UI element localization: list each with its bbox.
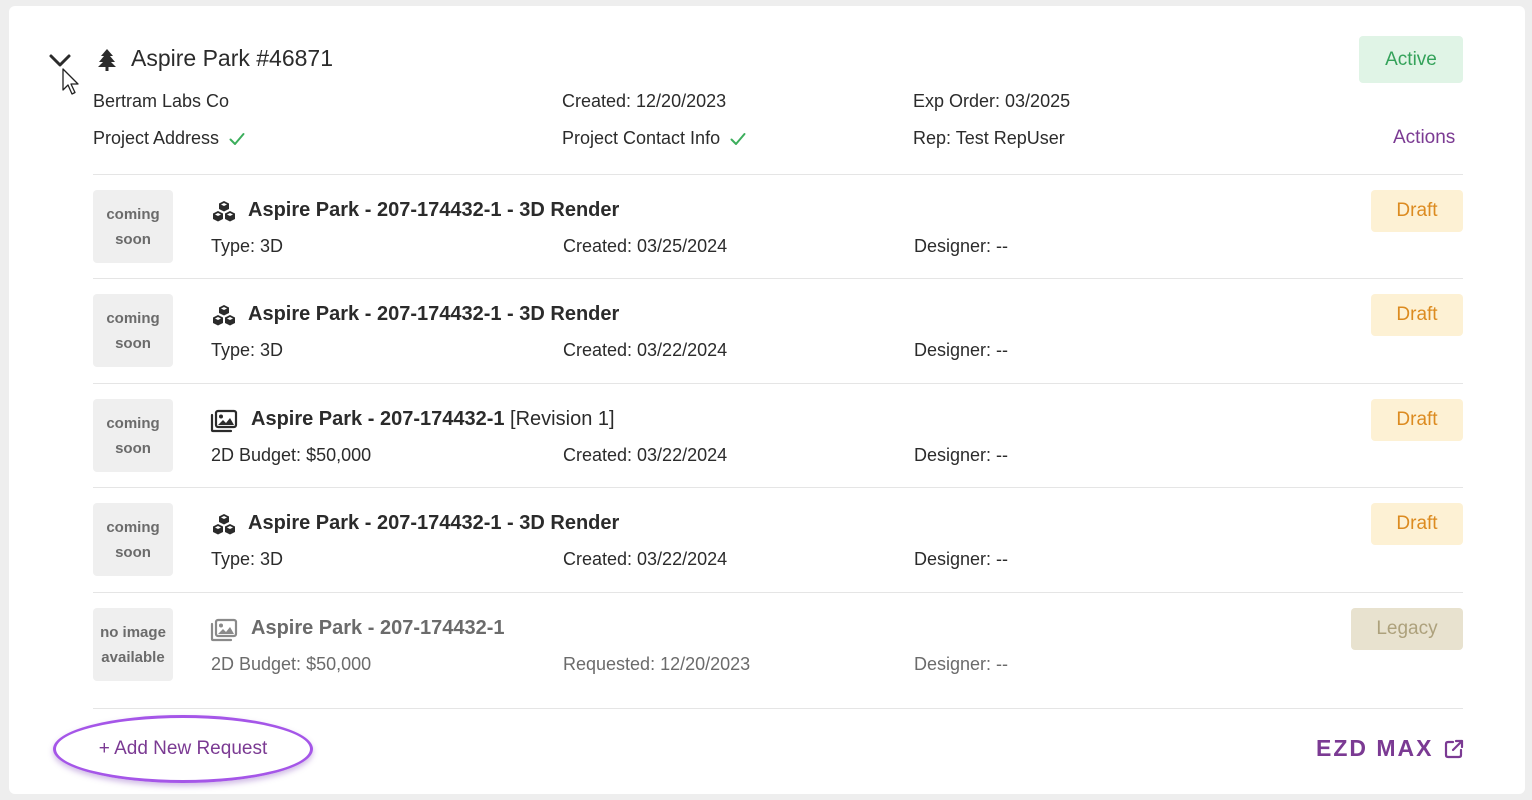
divider bbox=[93, 278, 1463, 279]
thumbnail-text-line: coming bbox=[106, 309, 160, 327]
project-address: Project Address bbox=[93, 128, 245, 149]
status-badge: Legacy bbox=[1351, 608, 1463, 650]
request-title[interactable]: Aspire Park - 207-174432-1 - 3D Render bbox=[248, 303, 619, 326]
cubes-icon bbox=[210, 513, 238, 537]
request-title[interactable]: Aspire Park - 207-174432-1 bbox=[251, 617, 505, 640]
thumbnail-text-line: no image bbox=[100, 623, 166, 641]
thumbnail-text-line: soon bbox=[115, 334, 151, 352]
request-designer: Designer: -- bbox=[914, 340, 1009, 360]
images-icon bbox=[210, 409, 238, 433]
request-thumbnail: coming soon bbox=[93, 399, 173, 472]
request-thumbnail: coming soon bbox=[93, 294, 173, 367]
project-card bbox=[9, 6, 1525, 794]
status-badge: Draft bbox=[1371, 399, 1463, 441]
request-designer: Designer: -- bbox=[914, 236, 1009, 256]
cubes-icon bbox=[210, 200, 238, 224]
request-designer: Designer: -- bbox=[914, 445, 1009, 465]
cubes-icon bbox=[210, 304, 238, 328]
actions-link[interactable]: Actions bbox=[1393, 127, 1455, 149]
divider bbox=[93, 174, 1463, 175]
request-created: Created: 03/22/2024 bbox=[563, 340, 728, 360]
divider bbox=[93, 708, 1463, 709]
thumbnail-text-line: soon bbox=[115, 230, 151, 248]
tree-icon bbox=[98, 49, 116, 71]
add-new-request-button[interactable]: + Add New Request bbox=[53, 715, 313, 783]
request-created: Created: 03/22/2024 bbox=[563, 549, 728, 569]
request-title[interactable]: Aspire Park - 207-174432-1 - 3D Render bbox=[248, 512, 619, 535]
request-designer: Designer: -- bbox=[914, 549, 1009, 569]
request-type: Type: 3D bbox=[211, 340, 284, 360]
check-icon bbox=[730, 132, 746, 145]
ezd-max-link[interactable]: EZD MAX bbox=[1316, 735, 1464, 762]
request-type: Type: 3D bbox=[211, 236, 284, 256]
ezd-max-logo: EZD MAX bbox=[1316, 735, 1434, 761]
request-thumbnail: coming soon bbox=[93, 190, 173, 263]
external-link-icon bbox=[1444, 739, 1463, 758]
status-badge: Active bbox=[1359, 36, 1463, 83]
request-thumbnail: coming soon bbox=[93, 503, 173, 576]
request-created: Created: 03/22/2024 bbox=[563, 445, 728, 465]
thumbnail-text-line: soon bbox=[115, 543, 151, 561]
thumbnail-text-line: coming bbox=[106, 414, 160, 432]
thumbnail-text-line: coming bbox=[106, 205, 160, 223]
request-title[interactable]: Aspire Park - 207-174432-1 - 3D Render bbox=[248, 199, 619, 222]
chevron-down-icon[interactable] bbox=[48, 52, 72, 68]
divider bbox=[93, 487, 1463, 488]
company-name: Bertram Labs Co bbox=[93, 91, 230, 111]
status-badge: Draft bbox=[1371, 294, 1463, 336]
request-created: Requested: 12/20/2023 bbox=[563, 654, 751, 674]
request-designer: Designer: -- bbox=[914, 654, 1009, 674]
divider bbox=[93, 592, 1463, 593]
request-type: 2D Budget: $50,000 bbox=[211, 654, 372, 674]
divider bbox=[93, 383, 1463, 384]
project-contact-info: Project Contact Info bbox=[562, 128, 746, 149]
images-icon bbox=[210, 618, 238, 642]
request-created: Created: 03/25/2024 bbox=[563, 236, 728, 256]
status-badge: Draft bbox=[1371, 190, 1463, 232]
thumbnail-text-line: available bbox=[101, 648, 165, 666]
request-title[interactable]: Aspire Park - 207-174432-1 [Revision 1] bbox=[251, 408, 615, 431]
project-title: Aspire Park #46871 bbox=[131, 45, 334, 71]
request-type: Type: 3D bbox=[211, 549, 284, 569]
thumbnail-text-line: coming bbox=[106, 518, 160, 536]
exp-order: Exp Order: 03/2025 bbox=[913, 91, 1071, 111]
rep-name: Rep: Test RepUser bbox=[913, 128, 1065, 148]
thumbnail-text-line: soon bbox=[115, 439, 151, 457]
project-created: Created: 12/20/2023 bbox=[562, 91, 727, 111]
request-thumbnail: no image available bbox=[93, 608, 173, 681]
check-icon bbox=[229, 132, 245, 145]
status-badge: Draft bbox=[1371, 503, 1463, 545]
request-type: 2D Budget: $50,000 bbox=[211, 445, 372, 465]
